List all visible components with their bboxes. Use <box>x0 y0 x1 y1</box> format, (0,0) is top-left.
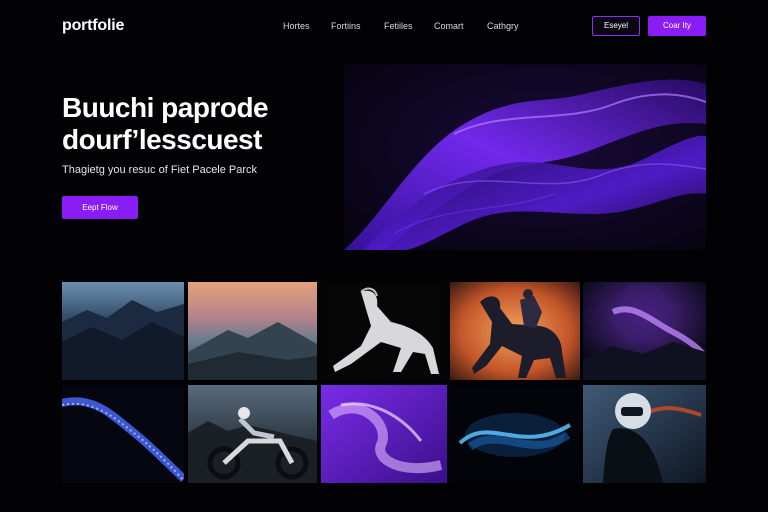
nav-link-1[interactable]: Hortes <box>283 21 310 31</box>
gallery-tile-horse-rider[interactable] <box>450 282 580 380</box>
gallery-tile-purple-smoke-hills[interactable] <box>583 282 706 380</box>
hero-title-line-2: dourf’lesscuest <box>62 124 262 155</box>
gallery-tile-purple-smoke-swirl[interactable] <box>321 385 447 483</box>
gallery-tile-blue-particle-wave[interactable] <box>62 385 184 483</box>
gallery-tile-motorcycle-rider[interactable] <box>188 385 317 483</box>
gallery-tile-misty-mountains[interactable] <box>188 282 317 380</box>
gallery-tile-helmet-rider[interactable] <box>583 385 706 483</box>
gallery-tile-white-horse[interactable] <box>321 282 447 380</box>
primary-button[interactable]: Coar Ity <box>648 16 706 36</box>
hero-cta-button[interactable]: Eept Flow <box>62 196 138 219</box>
hero-abstract-wave-image <box>344 64 707 251</box>
gallery-tile-blue-glow-swirl[interactable] <box>450 385 580 483</box>
gallery-tile-mountain-ridge[interactable] <box>62 282 184 380</box>
nav-link-3[interactable]: Fetiiles <box>384 21 413 31</box>
nav-link-2[interactable]: Fortiins <box>331 21 361 31</box>
top-navbar: portfolie Hortes Fortiins Fetiiles Comar… <box>0 0 768 56</box>
hero-title-line-1: Buuchi paprode <box>62 92 269 123</box>
hero-title: Buuchi paprode dourf’lesscuest <box>62 92 362 156</box>
hero-subtitle: Thagietg you resuc of Fiet Pacele Parck <box>62 164 258 176</box>
nav-link-4[interactable]: Comart <box>434 21 464 31</box>
nav-link-5[interactable]: Cathgry <box>487 21 519 31</box>
outline-button[interactable]: Eseyel <box>592 16 640 36</box>
